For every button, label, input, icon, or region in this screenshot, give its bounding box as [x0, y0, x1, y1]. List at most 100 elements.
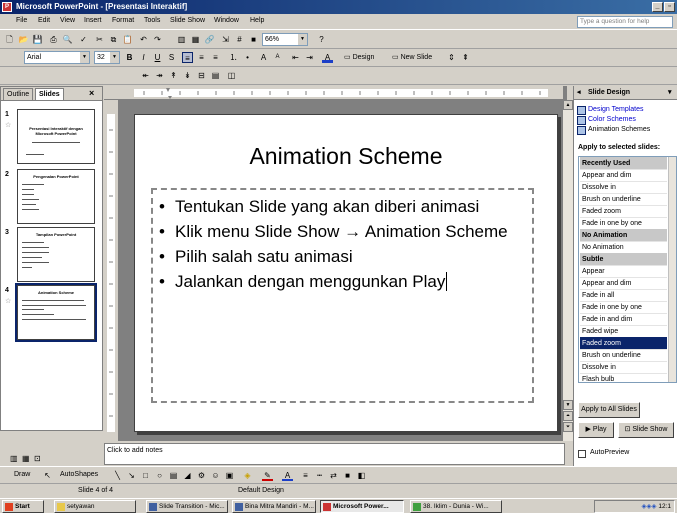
menu-file[interactable]: File	[16, 17, 27, 24]
align-right-icon[interactable]: ≡	[210, 52, 221, 63]
line-color-icon[interactable]: ✎	[262, 470, 273, 481]
paste-icon[interactable]: 📋	[122, 34, 133, 45]
menu-view[interactable]: View	[60, 17, 75, 24]
slide-thumbnail-3[interactable]: Tampilan PowerPoint	[17, 227, 95, 282]
increase-font-icon[interactable]: A	[258, 52, 269, 63]
menu-help[interactable]: Help	[250, 17, 264, 24]
arrow-style-icon[interactable]: ⇄	[328, 470, 339, 481]
play-button[interactable]: ▶ Play	[578, 422, 614, 438]
align-left-icon[interactable]: ≡	[182, 52, 193, 63]
decrease-indent-icon[interactable]: ⇤	[290, 52, 301, 63]
notes-pane[interactable]: Click to add notes	[104, 443, 565, 465]
task-slide-transition[interactable]: Slide Transition - Mic...	[146, 500, 228, 513]
diagram-icon[interactable]: ⚙	[196, 470, 207, 481]
italic-button[interactable]: I	[138, 52, 149, 63]
new-slide-button[interactable]: ▭ New Slide	[392, 52, 432, 63]
link-design-templates[interactable]: Design Templates	[588, 106, 644, 113]
link-animation-schemes[interactable]: Animation Schemes	[588, 126, 650, 133]
shadow-style-icon[interactable]: ■	[342, 470, 353, 481]
zoom-select[interactable]: 66% ▼	[262, 33, 308, 46]
oval-icon[interactable]: ○	[154, 470, 165, 481]
minimize-button[interactable]: _	[652, 2, 663, 12]
autoshapes-menu[interactable]: AutoShapes	[60, 471, 98, 478]
preview-icon[interactable]: 🔍	[62, 34, 73, 45]
expand-icon[interactable]: ⇲	[220, 34, 231, 45]
bold-button[interactable]: B	[124, 52, 135, 63]
collapse-icon[interactable]: ⊟	[196, 70, 207, 81]
align-center-icon[interactable]: ≡	[196, 52, 207, 63]
previous-slide-icon[interactable]: ⏶	[563, 411, 573, 421]
picture-icon[interactable]: ▣	[224, 470, 235, 481]
font-color-icon[interactable]: A	[282, 470, 293, 481]
slideshow-view-icon[interactable]: ⊡	[34, 454, 41, 463]
new-icon[interactable]: 🗋	[4, 34, 15, 45]
save-icon[interactable]: 💾	[32, 34, 43, 45]
cut-icon[interactable]: ✂	[94, 34, 105, 45]
chart-icon[interactable]: ▥	[176, 34, 187, 45]
select-arrow-icon[interactable]: ↖	[42, 470, 53, 481]
underline-button[interactable]: U	[152, 52, 163, 63]
vertical-scrollbar[interactable]: ▲ ▼ ⏶ ⏷	[563, 100, 573, 441]
slide-thumbnail-4[interactable]: Animation Scheme	[15, 283, 97, 342]
horizontal-ruler[interactable]	[104, 86, 563, 100]
wordart-icon[interactable]: ◢	[182, 470, 193, 481]
scroll-down-icon[interactable]: ▼	[563, 400, 573, 410]
restore-button[interactable]: ▫	[664, 2, 675, 12]
move-down-icon[interactable]: ↡	[182, 70, 193, 81]
slide-thumbnail-2[interactable]: Pengenalan PowerPoint	[17, 169, 95, 224]
bullets-icon[interactable]: •	[242, 52, 253, 63]
animation-list[interactable]: Recently Used Appear and dim Dissolve in Br…	[578, 156, 677, 383]
numbering-icon[interactable]: ⒈	[228, 52, 239, 63]
task-bina-mitra[interactable]: Bina Mitra Mandiri - M...	[232, 500, 316, 513]
autopreview-checkbox[interactable]	[578, 450, 586, 458]
font-size-select[interactable]: 32 ▼	[94, 51, 120, 64]
spelling-icon[interactable]: ✓	[78, 34, 89, 45]
dash-style-icon[interactable]: ┅	[314, 470, 325, 481]
font-color-icon[interactable]: A	[322, 52, 333, 63]
draw-menu[interactable]: Draw	[14, 471, 30, 478]
back-icon[interactable]: ◂	[577, 86, 581, 100]
task-powerpoint[interactable]: Microsoft Power...	[320, 500, 404, 513]
font-select[interactable]: Arial ▼	[24, 51, 90, 64]
vertical-ruler[interactable]	[104, 100, 118, 441]
list-scrollbar[interactable]	[668, 157, 676, 382]
fill-color-icon[interactable]: ◈	[242, 470, 253, 481]
copy-icon[interactable]: ⧉	[108, 34, 119, 45]
decrease-font-icon[interactable]: A	[272, 52, 283, 63]
undo-icon[interactable]: ↶	[138, 34, 149, 45]
close-icon[interactable]: ×	[89, 88, 94, 98]
show-formatting-icon[interactable]: ⇞	[460, 52, 471, 63]
slide-canvas[interactable]: Animation Scheme • Tentukan Slide yang ak…	[134, 114, 558, 432]
shadow-button[interactable]: S	[166, 52, 177, 63]
menu-window[interactable]: Window	[214, 17, 239, 24]
design-button[interactable]: ▭ Design	[344, 52, 374, 63]
color-grayscale-icon[interactable]: ■	[248, 34, 259, 45]
scroll-up-icon[interactable]: ▲	[563, 100, 573, 110]
move-up-icon[interactable]: ↟	[168, 70, 179, 81]
open-icon[interactable]: 📂	[18, 34, 29, 45]
slide-title[interactable]: Animation Scheme	[135, 143, 557, 170]
task-setyawan[interactable]: setyawan	[54, 500, 136, 513]
chevron-down-icon[interactable]: ▾	[668, 86, 672, 100]
arrow-icon[interactable]: ↘	[126, 470, 137, 481]
apply-to-all-button[interactable]: Apply to All Slides	[578, 402, 640, 418]
textbox-icon[interactable]: ▤	[168, 470, 179, 481]
grid-icon[interactable]: #	[234, 34, 245, 45]
menu-format[interactable]: Format	[112, 17, 134, 24]
ask-question-input[interactable]: Type a question for help	[577, 16, 673, 28]
content-placeholder[interactable]: • Tentukan Slide yang akan diberi animasi…	[151, 188, 534, 403]
sorter-view-icon[interactable]: ▦	[22, 454, 30, 463]
clipart-icon[interactable]: ☺	[210, 470, 221, 481]
summary-slide-icon[interactable]: ▤	[210, 70, 221, 81]
slide-thumbnail-1[interactable]: Presentasi Interaktif dengan Microsoft P…	[17, 109, 95, 164]
rectangle-icon[interactable]: □	[140, 470, 151, 481]
expand-all-icon[interactable]: ⇕	[446, 52, 457, 63]
tab-slides[interactable]: Slides	[35, 88, 64, 100]
menu-slide-show[interactable]: Slide Show	[170, 17, 205, 24]
task-iklim[interactable]: 38. Iklim - Dunia - Wi...	[410, 500, 502, 513]
print-icon[interactable]: ⎙	[48, 34, 59, 45]
slide-icon[interactable]: ◫	[226, 70, 237, 81]
increase-indent-icon[interactable]: ⇥	[304, 52, 315, 63]
tab-outline[interactable]: Outline	[3, 88, 34, 100]
start-button[interactable]: Start	[2, 500, 44, 513]
